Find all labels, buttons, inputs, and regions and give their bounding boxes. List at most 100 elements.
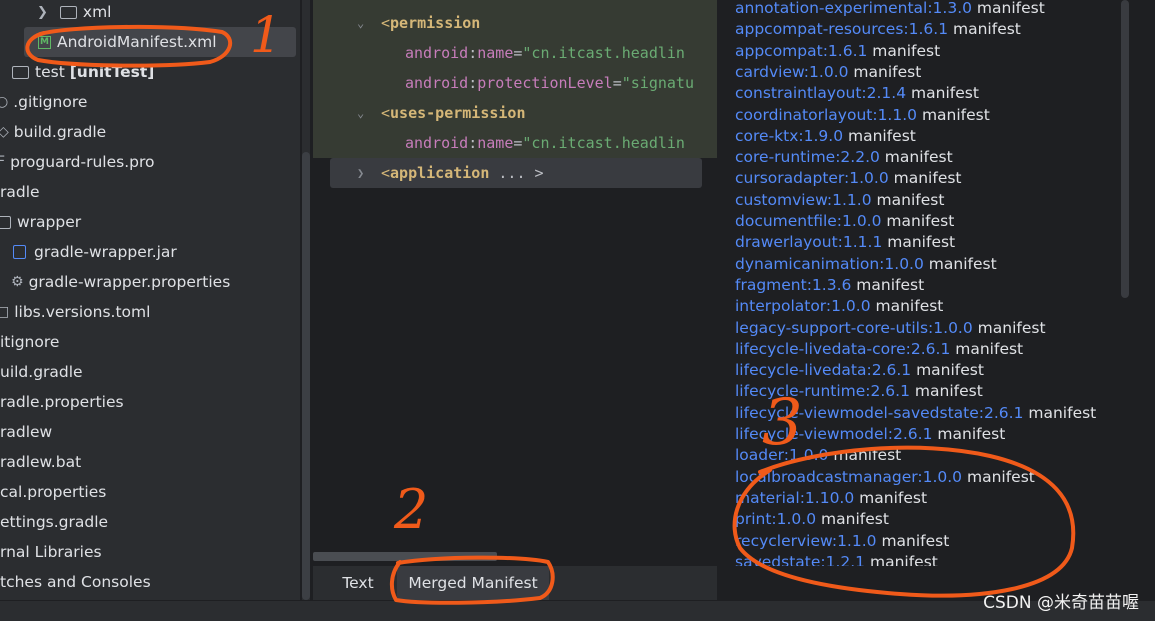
manifest-suffix: manifest: [888, 169, 962, 188]
code-line-uses-permission[interactable]: ⌄ <uses-permission: [313, 98, 717, 128]
tree-item-scratches[interactable]: tches and Consoles: [0, 567, 300, 597]
manifest-source-item[interactable]: interpolator:1.0.0 manifest: [735, 296, 943, 317]
tree-item-local-properties[interactable]: cal.properties: [0, 477, 300, 507]
manifest-source-item[interactable]: drawerlayout:1.1.1 manifest: [735, 232, 955, 253]
tab-text[interactable]: Text: [329, 566, 387, 600]
tab-merged-manifest[interactable]: Merged Manifest: [397, 566, 549, 600]
tree-item-build-gradle[interactable]: ◇ build.gradle: [0, 117, 300, 147]
manifest-source-item[interactable]: annotation-experimental:1.3.0 manifest: [735, 0, 1045, 19]
library-link[interactable]: cursoradapter:1.0.0: [735, 169, 889, 187]
manifest-source-item[interactable]: constraintlayout:2.1.4 manifest: [735, 83, 979, 104]
tree-item-settings-gradle[interactable]: ettings.gradle: [0, 507, 300, 537]
tree-item-test[interactable]: test [unitTest]: [0, 57, 300, 87]
library-link[interactable]: material:1.10.0: [735, 489, 854, 507]
library-link[interactable]: localbroadcastmanager:1.0.0: [735, 468, 962, 486]
code-line-name[interactable]: android:name="cn.itcast.headlin: [313, 38, 717, 68]
tree-item-gitignore[interactable]: ○ .gitignore: [0, 87, 300, 117]
file-icon: □: [0, 304, 10, 320]
manifest-source-item[interactable]: dynamicanimation:1.0.0 manifest: [735, 254, 997, 275]
library-link[interactable]: drawerlayout:1.1.1: [735, 233, 882, 251]
chevron-down-icon[interactable]: ⌄: [357, 98, 364, 128]
manifest-source-item[interactable]: coordinatorlayout:1.1.0 manifest: [735, 105, 990, 126]
library-link[interactable]: print:1.0.0: [735, 510, 816, 528]
manifest-source-item[interactable]: cursoradapter:1.0.0 manifest: [735, 168, 962, 189]
library-link[interactable]: lifecycle-livedata-core:2.6.1: [735, 340, 950, 358]
manifest-source-item[interactable]: loader:1.0.0 manifest: [735, 445, 901, 466]
manifest-source-item[interactable]: appcompat-resources:1.6.1 manifest: [735, 19, 1021, 40]
tree-item-libs-versions[interactable]: □ libs.versions.toml: [0, 297, 300, 327]
manifest-source-item[interactable]: print:1.0.0 manifest: [735, 509, 889, 530]
manifest-suffix: manifest: [870, 297, 944, 316]
source-set-tag: [unitTest]: [69, 63, 155, 81]
tree-item-xml[interactable]: ❯ xml: [0, 0, 300, 27]
manifest-source-item[interactable]: localbroadcastmanager:1.0.0 manifest: [735, 467, 1035, 488]
library-link[interactable]: savedstate:1.2.1: [735, 553, 865, 566]
library-link[interactable]: customview:1.1.0: [735, 191, 872, 209]
code-line-application[interactable]: ❯ <application ... >: [313, 158, 717, 188]
manifest-source-item[interactable]: documentfile:1.0.0 manifest: [735, 211, 954, 232]
editor-bottom-tabs: Text Merged Manifest: [313, 566, 717, 600]
tree-item-external-libraries[interactable]: rnal Libraries: [0, 537, 300, 567]
library-link[interactable]: constraintlayout:2.1.4: [735, 84, 906, 102]
chevron-down-icon[interactable]: ⌄: [357, 8, 364, 38]
code-line-permission[interactable]: ⌄ <permission: [313, 8, 717, 38]
library-link[interactable]: lifecycle-viewmodel-savedstate:2.6.1: [735, 404, 1023, 422]
tree-item-gradle-wrapper-properties[interactable]: ⚙ gradle-wrapper.properties: [0, 267, 300, 297]
tree-item-root-gitignore[interactable]: itignore: [0, 327, 300, 357]
status-bar: [0, 600, 1155, 621]
tree-item-wrapper[interactable]: wrapper: [0, 207, 300, 237]
tree-scrollbar-thumb[interactable]: [302, 152, 310, 600]
library-link[interactable]: recyclerview:1.1.0: [735, 532, 877, 550]
tree-item-gradlew[interactable]: radlew: [0, 417, 300, 447]
library-link[interactable]: fragment:1.3.6: [735, 276, 851, 294]
manifest-source-item[interactable]: cardview:1.0.0 manifest: [735, 62, 921, 83]
code-line-protection-level[interactable]: android:protectionLevel="signatu: [313, 68, 717, 98]
tree-item-gradle-wrapper-jar[interactable]: gradle-wrapper.jar: [0, 237, 300, 267]
manifest-source-item[interactable]: lifecycle-viewmodel:2.6.1 manifest: [735, 424, 1005, 445]
tree-item-proguard[interactable]: F proguard-rules.pro: [0, 147, 300, 177]
manifest-source-item[interactable]: core-ktx:1.9.0 manifest: [735, 126, 916, 147]
library-link[interactable]: appcompat:1.6.1: [735, 42, 867, 60]
manifest-suffix: manifest: [906, 84, 979, 103]
library-link[interactable]: lifecycle-livedata:2.6.1: [735, 361, 911, 379]
library-link[interactable]: core-runtime:2.2.0: [735, 148, 880, 166]
manifest-source-item[interactable]: material:1.10.0 manifest: [735, 488, 927, 509]
library-link[interactable]: interpolator:1.0.0: [735, 297, 871, 315]
manifest-source-item[interactable]: lifecycle-viewmodel-savedstate:2.6.1 man…: [735, 403, 1096, 424]
library-link[interactable]: documentfile:1.0.0: [735, 212, 881, 230]
code-line-uses-name[interactable]: android:name="cn.itcast.headlin: [313, 128, 717, 158]
editor-horizontal-scrollbar[interactable]: [313, 552, 497, 561]
library-link[interactable]: annotation-experimental:1.3.0: [735, 0, 972, 17]
manifest-source-item[interactable]: lifecycle-livedata-core:2.6.1 manifest: [735, 339, 1023, 360]
library-link[interactable]: coordinatorlayout:1.1.0: [735, 106, 917, 124]
manifest-suffix: manifest: [962, 467, 1035, 486]
chevron-right-icon[interactable]: ❯: [37, 5, 48, 20]
manifest-suffix: manifest: [881, 212, 955, 230]
manifest-source-item[interactable]: lifecycle-runtime:2.6.1 manifest: [735, 381, 983, 402]
manifest-source-item[interactable]: legacy-support-core-utils:1.0.0 manifest: [735, 318, 1046, 339]
manifest-source-item[interactable]: appcompat:1.6.1 manifest: [735, 41, 940, 62]
library-link[interactable]: loader:1.0.0: [735, 446, 828, 464]
library-link[interactable]: appcompat-resources:1.6.1: [735, 20, 948, 38]
file-icon: ○: [0, 94, 9, 110]
sources-scrollbar-thumb[interactable]: [1121, 0, 1129, 298]
tree-item-android-manifest[interactable]: M AndroidManifest.xml: [24, 27, 296, 57]
chevron-right-icon[interactable]: ❯: [357, 158, 364, 188]
tree-item-gradle[interactable]: radle: [0, 177, 300, 207]
manifest-source-item[interactable]: lifecycle-livedata:2.6.1 manifest: [735, 360, 984, 381]
library-link[interactable]: cardview:1.0.0: [735, 63, 848, 81]
merged-manifest-editor[interactable]: ⌄ <permission android:name="cn.itcast.he…: [313, 0, 717, 566]
manifest-source-item[interactable]: savedstate:1.2.1 manifest: [735, 552, 938, 566]
manifest-source-item[interactable]: core-runtime:2.2.0 manifest: [735, 147, 953, 168]
manifest-source-item[interactable]: recyclerview:1.1.0 manifest: [735, 531, 949, 552]
manifest-source-item[interactable]: customview:1.1.0 manifest: [735, 190, 944, 211]
tree-item-gradle-properties[interactable]: radle.properties: [0, 387, 300, 417]
library-link[interactable]: core-ktx:1.9.0: [735, 127, 843, 145]
tree-item-gradlew-bat[interactable]: radlew.bat: [0, 447, 300, 477]
library-link[interactable]: legacy-support-core-utils:1.0.0: [735, 319, 973, 337]
library-link[interactable]: lifecycle-runtime:2.6.1: [735, 382, 910, 400]
tree-item-root-build-gradle[interactable]: uild.gradle: [0, 357, 300, 387]
library-link[interactable]: lifecycle-viewmodel:2.6.1: [735, 425, 932, 443]
manifest-source-item[interactable]: fragment:1.3.6 manifest: [735, 275, 924, 296]
library-link[interactable]: dynamicanimation:1.0.0: [735, 255, 924, 273]
